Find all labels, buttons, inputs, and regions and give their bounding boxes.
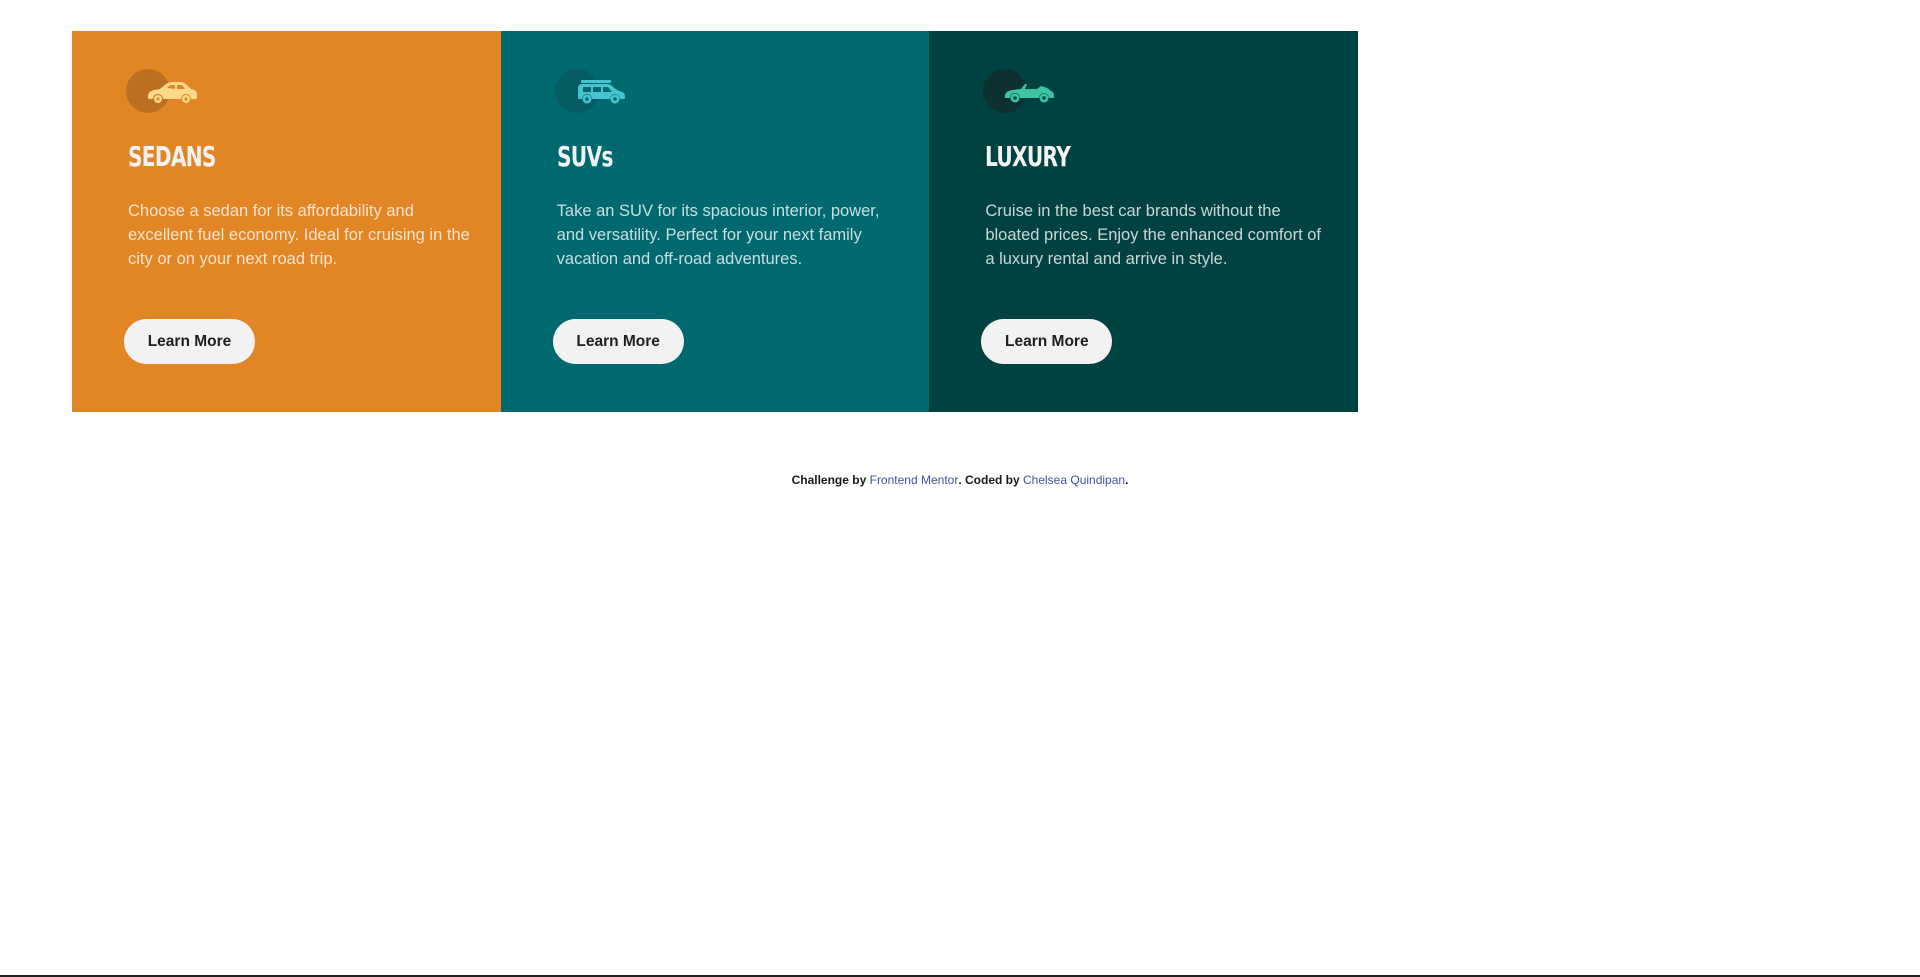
attribution-prefix: Challenge by xyxy=(791,473,870,487)
learn-more-button-luxury[interactable]: Learn More xyxy=(981,319,1113,364)
card-description: Take an SUV for its spacious interior, p… xyxy=(556,202,880,268)
learn-more-button-sedans[interactable]: Learn More xyxy=(124,319,255,364)
suv-car-icon xyxy=(577,80,625,104)
card-title: LUXURY xyxy=(985,140,1071,173)
card-title: SUVs xyxy=(556,140,613,173)
learn-more-button-suvs[interactable]: Learn More xyxy=(552,319,684,364)
luxury-car-icon xyxy=(1005,84,1055,103)
card-group: SEDANS Choose a sedan for its affordabil… xyxy=(72,31,1358,412)
card-sedans: SEDANS Choose a sedan for its affordabil… xyxy=(72,31,501,412)
author-link[interactable]: Chelsea Quindipan xyxy=(1023,473,1125,487)
card-description: Cruise in the best car brands without th… xyxy=(985,202,1322,268)
card-luxury: LUXURY Cruise in the best car brands wit… xyxy=(929,31,1358,412)
card-suvs: SUVs Take an SUV for its spacious interi… xyxy=(500,31,930,412)
card-description: Choose a sedan for its affordability and… xyxy=(128,202,470,268)
luxury-icon-badge xyxy=(983,69,1063,113)
attribution: Challenge by Frontend Mentor. Coded by C… xyxy=(0,473,1920,487)
card-title: SEDANS xyxy=(128,140,216,173)
attribution-suffix: . xyxy=(1125,473,1129,487)
sedan-car-icon xyxy=(148,82,197,103)
attribution-middle: . Coded by xyxy=(958,473,1023,487)
frontend-mentor-link[interactable]: Frontend Mentor xyxy=(870,473,959,487)
sedan-icon-badge xyxy=(126,69,206,113)
page: SEDANS Choose a sedan for its affordabil… xyxy=(0,0,1920,977)
suv-icon-badge xyxy=(554,69,635,113)
